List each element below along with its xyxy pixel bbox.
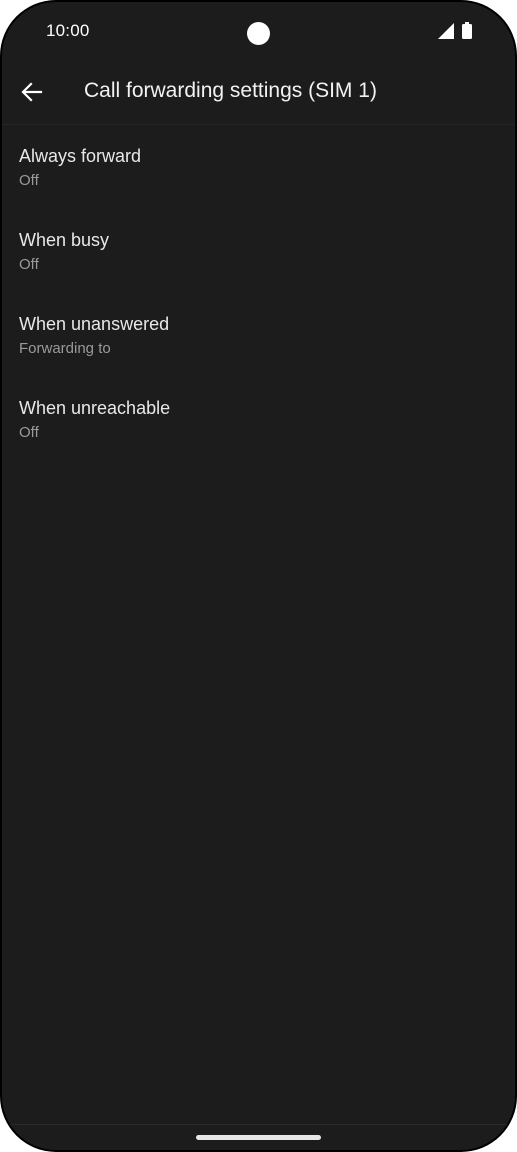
item-summary: Off	[19, 172, 39, 189]
screen: 10:00 Call forwarding settings (SIM 1) A…	[2, 2, 515, 1150]
item-title: When unreachable	[19, 398, 171, 418]
item-title: When unanswered	[19, 314, 170, 334]
item-summary: Off	[19, 256, 39, 273]
item-title: Always forward	[19, 146, 142, 166]
item-summary: Off	[19, 424, 39, 441]
item-summary: Forwarding to	[19, 340, 111, 357]
gesture-home-handle[interactable]	[196, 1135, 321, 1140]
battery-icon	[462, 22, 472, 39]
cellular-signal-icon	[438, 23, 454, 39]
status-time: 10:00	[46, 21, 90, 40]
settings-list: Always forward Off When busy Off When un…	[2, 126, 515, 462]
back-button[interactable]	[12, 68, 52, 116]
arrow-back-icon	[21, 82, 43, 102]
camera-cutout	[247, 22, 270, 45]
always-forward-item[interactable]: Always forward Off	[2, 126, 515, 210]
when-unanswered-item[interactable]: When unanswered Forwarding to	[2, 294, 515, 378]
app-bar: Call forwarding settings (SIM 1)	[2, 60, 515, 125]
when-busy-item[interactable]: When busy Off	[2, 210, 515, 294]
status-bar: 10:00	[2, 2, 515, 60]
page-title: Call forwarding settings (SIM 1)	[84, 79, 377, 102]
when-unreachable-item[interactable]: When unreachable Off	[2, 378, 515, 462]
item-title: When busy	[19, 230, 110, 250]
device-frame: 10:00 Call forwarding settings (SIM 1) A…	[0, 0, 517, 1152]
nav-divider	[2, 1124, 515, 1125]
